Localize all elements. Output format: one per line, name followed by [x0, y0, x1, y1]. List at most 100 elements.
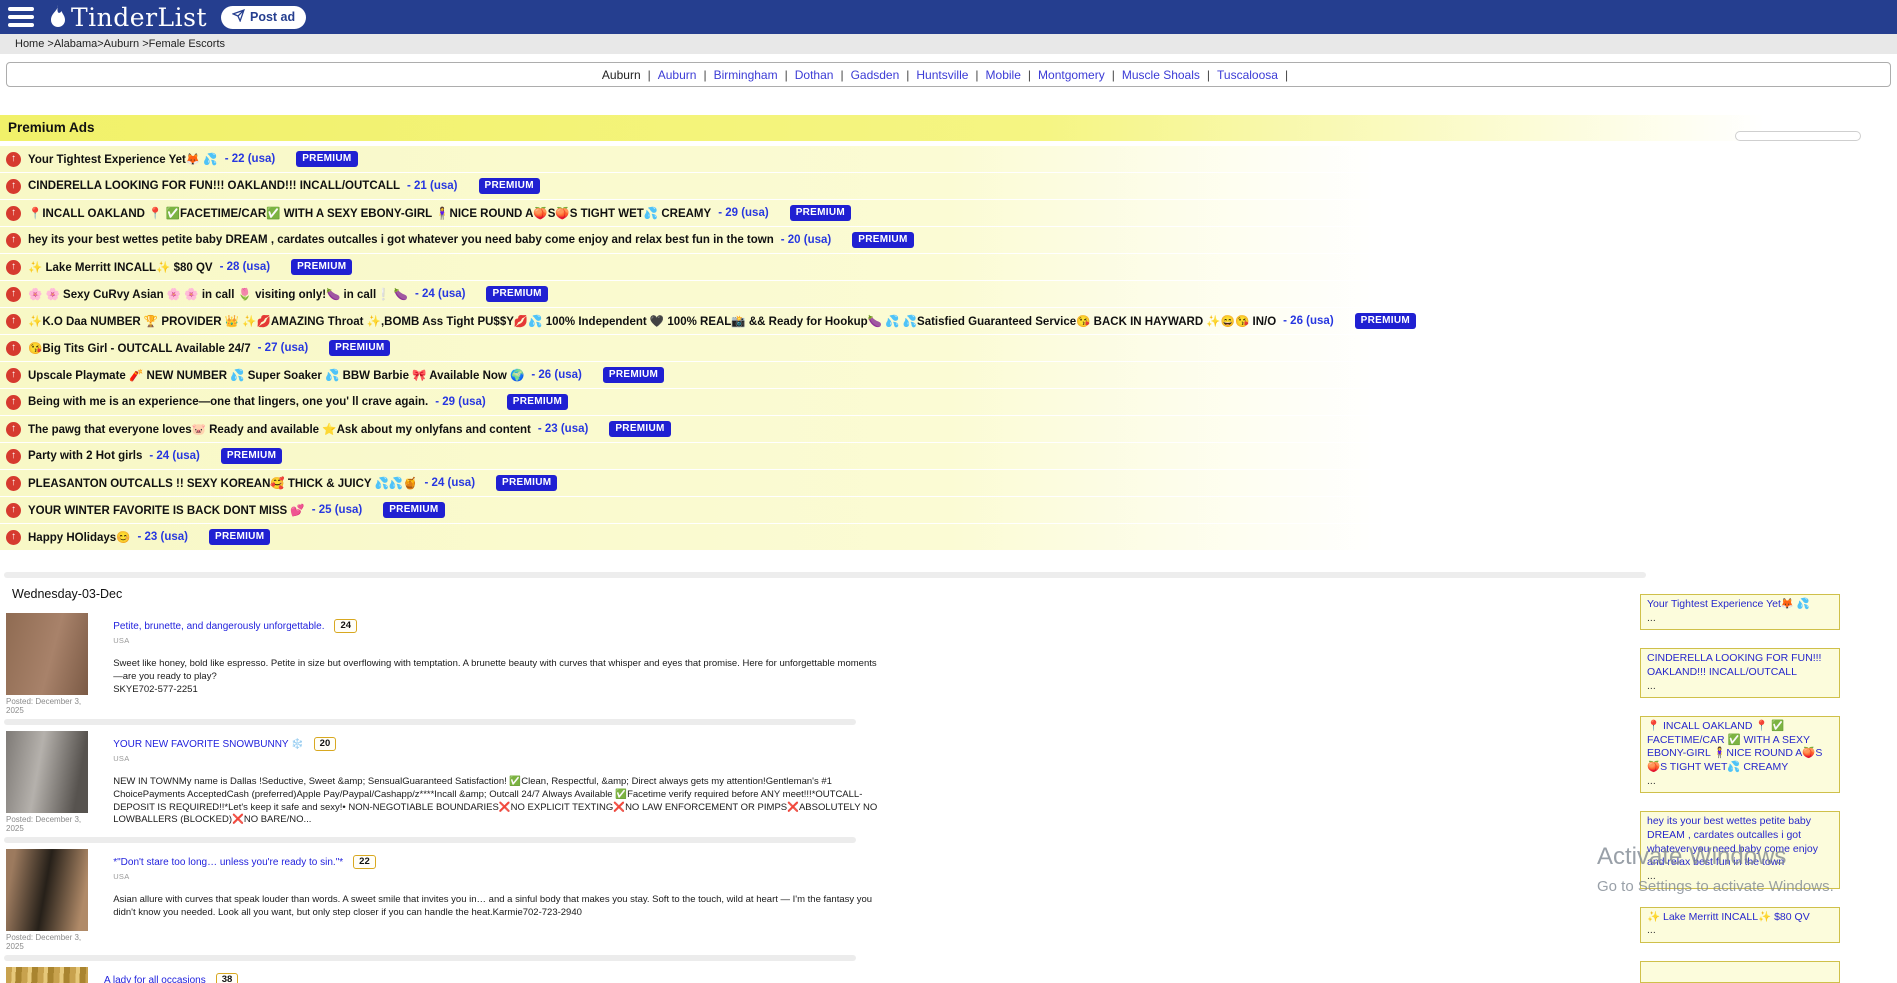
premium-badge: PREMIUM [383, 502, 444, 518]
sidebar-card[interactable]: Your Tightest Experience Yet🦊 💦... [1640, 594, 1840, 630]
premium-ad-title[interactable]: PLEASANTON OUTCALLS !! SEXY KOREAN🥰 THIC… [28, 476, 418, 490]
premium-ad-row[interactable]: ↑📍INCALL OAKLAND 📍 ✅FACETIME/CAR✅ WITH A… [0, 200, 1897, 226]
post-ad-button[interactable]: Post ad [221, 6, 306, 29]
premium-ad-row[interactable]: ↑😘Big Tits Girl - OUTCALL Available 24/7… [0, 335, 1897, 361]
listing-photo[interactable] [6, 849, 88, 931]
premium-badge: PREMIUM [209, 529, 270, 545]
premium-badge: PREMIUM [609, 421, 670, 437]
premium-ad-title[interactable]: Your Tightest Experience Yet🦊 💦 [28, 152, 218, 166]
sidebar-card-text[interactable]: ✨ Lake Merritt INCALL✨ $80 QV [1647, 911, 1810, 923]
listing-description: NEW IN TOWNMy name is Dallas !Seductive,… [113, 776, 880, 827]
premium-ad-title[interactable]: Party with 2 Hot girls [28, 450, 142, 462]
premium-ad-meta: - 23 (usa) [538, 423, 589, 435]
listing-title-link[interactable]: *"Don't stare too long… unless you're re… [113, 857, 343, 868]
sidebar-card-text[interactable]: 📍 INCALL OAKLAND 📍 ✅ FACETIME/CAR ✅ WITH… [1647, 720, 1822, 773]
sidebar-card-text[interactable]: Your Tightest Experience Yet🦊 💦 [1647, 598, 1810, 610]
city-current: Auburn [602, 68, 641, 82]
premium-ad-row[interactable]: ↑ Being with me is an experience—one that… [0, 389, 1897, 415]
premium-ad-title[interactable]: ✨K.O Daa NUMBER 🏆 PROVIDER 👑 ✨💋AMAZING T… [28, 314, 1276, 328]
sidebar-card-more: ... [1647, 612, 1833, 626]
city-link-auburn[interactable]: Auburn [658, 68, 697, 82]
premium-ad-title[interactable]: Being with me is an experience—one that … [28, 396, 428, 408]
listing-title-link[interactable]: YOUR NEW FAVORITE SNOWBUNNY ❄️ [113, 739, 303, 750]
premium-ad-row[interactable]: ↑🌸 🌸 Sexy CuRvy Asian 🌸 🌸 in call 🌷 visi… [0, 281, 1897, 307]
upvote-icon: ↑ [6, 314, 21, 329]
premium-ad-row[interactable]: ↑Your Tightest Experience Yet🦊 💦- 22 (us… [0, 146, 1897, 172]
premium-ad-row[interactable]: ↑Party with 2 Hot girls- 24 (usa)PREMIUM [0, 443, 1897, 469]
premium-ad-row[interactable]: ↑ Upscale Playmate 🧨 NEW NUMBER 💦 Super S… [0, 362, 1897, 388]
premium-ad-title[interactable]: The pawg that everyone loves🐷 Ready and … [28, 422, 531, 436]
premium-ad-meta: - 26 (usa) [531, 369, 582, 381]
listing-title-link[interactable]: Petite, brunette, and dangerously unforg… [113, 621, 324, 632]
sidebar-card-more: ... [1647, 870, 1833, 884]
premium-ad-meta: - 29 (usa) [718, 207, 769, 219]
listing-photo[interactable] [6, 613, 88, 695]
premium-badge: PREMIUM [507, 394, 568, 410]
site-logo[interactable]: TinderList [48, 3, 207, 32]
breadcrumb[interactable]: Home >Alabama>Auburn >Female Escorts [0, 34, 1897, 54]
premium-ad-title[interactable]: CINDERELLA LOOKING FOR FUN!!! OAKLAND!!!… [28, 180, 400, 192]
premium-ad-meta: - 24 (usa) [415, 288, 466, 300]
premium-ad-title[interactable]: YOUR WINTER FAVORITE IS BACK DONT MISS 💕 [28, 503, 305, 517]
premium-badge: PREMIUM [603, 367, 664, 383]
sidebar-card[interactable] [1640, 961, 1840, 983]
premium-ad-title[interactable]: 📍INCALL OAKLAND 📍 ✅FACETIME/CAR✅ WITH A … [28, 206, 711, 220]
premium-ad-title[interactable]: 😘Big Tits Girl - OUTCALL Available 24/7 [28, 341, 251, 355]
premium-ad-title[interactable]: Upscale Playmate 🧨 NEW NUMBER 💦 Super So… [28, 368, 524, 382]
premium-ad-title[interactable]: ✨ Lake Merritt INCALL✨ $80 QV [28, 260, 213, 274]
upvote-icon: ↑ [6, 395, 21, 410]
upvote-icon: ↑ [6, 368, 21, 383]
age-badge: 38 [216, 973, 239, 983]
premium-ad-row[interactable]: ↑CINDERELLA LOOKING FOR FUN!!! OAKLAND!!… [0, 173, 1897, 199]
city-link-tuscaloosa[interactable]: Tuscaloosa [1217, 68, 1278, 82]
premium-ad-title[interactable]: 🌸 🌸 Sexy CuRvy Asian 🌸 🌸 in call 🌷 visit… [28, 287, 408, 301]
city-link-montgomery[interactable]: Montgomery [1038, 68, 1105, 82]
listing-country: USA [113, 754, 880, 763]
city-link-huntsville[interactable]: Huntsville [916, 68, 968, 82]
top-navbar: TinderList Post ad [0, 0, 1897, 34]
listing-photo[interactable] [6, 731, 88, 813]
premium-badge: PREMIUM [486, 286, 547, 302]
sidebar-card[interactable]: ✨ Lake Merritt INCALL✨ $80 QV... [1640, 907, 1840, 943]
city-link-mobile[interactable]: Mobile [986, 68, 1021, 82]
premium-ad-row[interactable]: ↑ hey its your best wettes petite baby DR… [0, 227, 1897, 253]
upvote-icon: ↑ [6, 233, 21, 248]
paper-plane-icon [232, 9, 245, 25]
sidebar-card-more: ... [1647, 775, 1833, 789]
listing-title-link[interactable]: A lady for all occasions [104, 975, 206, 983]
premium-ad-meta: - 28 (usa) [220, 261, 271, 273]
sidebar-card-text[interactable]: hey its your best wettes petite baby DRE… [1647, 815, 1818, 868]
premium-badge: PREMIUM [496, 475, 557, 491]
city-link-gadsden[interactable]: Gadsden [851, 68, 900, 82]
listing-photo[interactable] [6, 967, 88, 983]
premium-badge: PREMIUM [221, 448, 282, 464]
premium-ad-meta: - 24 (usa) [425, 477, 476, 489]
listing-country: USA [113, 872, 880, 881]
sidebar-card[interactable]: CINDERELLA LOOKING FOR FUN!!! OAKLAND!!!… [1640, 648, 1840, 698]
age-badge: 24 [334, 619, 357, 633]
sidebar-card-text[interactable]: CINDERELLA LOOKING FOR FUN!!! OAKLAND!!!… [1647, 652, 1821, 678]
city-link-birmingham[interactable]: Birmingham [714, 68, 778, 82]
premium-ad-row[interactable]: ↑Happy HOlidays😊- 23 (usa)PREMIUM [0, 524, 1897, 550]
premium-ad-title[interactable]: hey its your best wettes petite baby DRE… [28, 234, 774, 246]
sidebar-card[interactable]: hey its your best wettes petite baby DRE… [1640, 811, 1840, 888]
city-link-muscle-shoals[interactable]: Muscle Shoals [1122, 68, 1200, 82]
premium-ad-row[interactable]: ↑The pawg that everyone loves🐷 Ready and… [0, 416, 1897, 442]
premium-ad-meta: - 22 (usa) [225, 153, 276, 165]
listing-item: A lady for all occasions 38 USA [0, 964, 880, 983]
section-divider [4, 572, 1646, 578]
age-badge: 20 [314, 737, 337, 751]
premium-ad-row[interactable]: ↑✨ Lake Merritt INCALL✨ $80 QV- 28 (usa)… [0, 254, 1897, 280]
sidebar-card[interactable]: 📍 INCALL OAKLAND 📍 ✅ FACETIME/CAR ✅ WITH… [1640, 716, 1840, 793]
listing-item: Posted: December 3, 2025 Petite, brunett… [0, 610, 880, 715]
horizontal-scrollbar-thumb[interactable] [1735, 131, 1861, 141]
premium-ad-row[interactable]: ↑YOUR WINTER FAVORITE IS BACK DONT MISS … [0, 497, 1897, 523]
city-separator: | [968, 68, 985, 82]
premium-ad-row[interactable]: ↑PLEASANTON OUTCALLS !! SEXY KOREAN🥰 THI… [0, 470, 1897, 496]
premium-ad-meta: - 26 (usa) [1283, 315, 1334, 327]
premium-ad-row[interactable]: ↑ ✨K.O Daa NUMBER 🏆 PROVIDER 👑 ✨💋AMAZING … [0, 308, 1897, 334]
city-link-dothan[interactable]: Dothan [795, 68, 834, 82]
premium-ad-title[interactable]: Happy HOlidays😊 [28, 530, 131, 544]
flame-icon [48, 5, 68, 29]
menu-icon[interactable] [8, 7, 34, 27]
